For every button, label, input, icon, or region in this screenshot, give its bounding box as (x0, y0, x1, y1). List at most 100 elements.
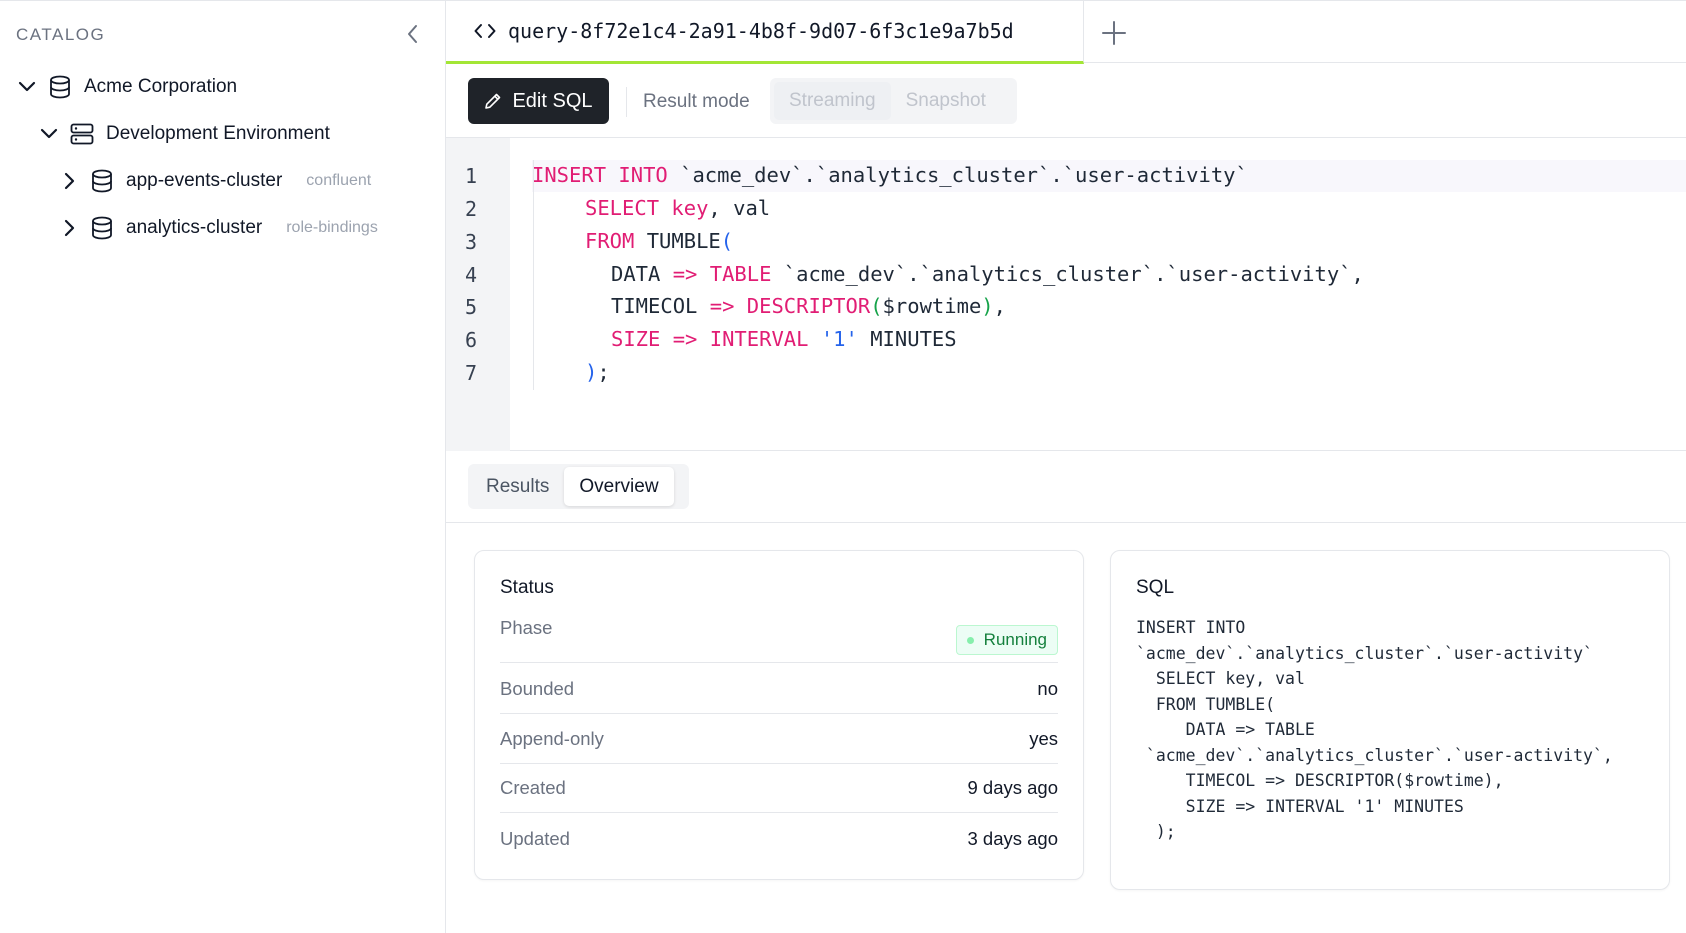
code-string: '1' (808, 327, 858, 351)
edit-sql-button[interactable]: Edit SQL (468, 78, 609, 124)
line-number: 2 (464, 197, 478, 221)
catalog-title: CATALOG (16, 25, 106, 44)
code-operator: => (660, 262, 698, 286)
line-number: 1 (464, 164, 478, 188)
code-identifier: TIMECOL (611, 294, 698, 318)
code-paren: ( (720, 229, 734, 253)
catalog-sidebar: CATALOG Acme Corporation Development Env… (0, 0, 446, 933)
edit-sql-label: Edit SQL (512, 89, 593, 112)
toolbar-divider (626, 87, 627, 117)
status-key: Created (500, 777, 566, 798)
tab-overview[interactable]: Overview (564, 467, 674, 506)
line-number: 6 (464, 328, 478, 352)
status-key: Updated (500, 827, 570, 849)
query-tab[interactable]: query-8f72e1c4-2a91-4b8f-9d07-6f3c1e9a7b… (446, 1, 1084, 64)
plus-icon (1102, 21, 1126, 45)
tree-item-label: Development Environment (106, 123, 330, 144)
code-keyword: FROM (585, 229, 635, 253)
sql-editor[interactable]: 1 2 3 4 5 6 7 INSERT INTO `acme_dev`.`an… (446, 138, 1686, 451)
tree-item-label: app-events-cluster (126, 170, 283, 191)
result-tabs: Results Overview (468, 464, 689, 509)
code-keyword: INTERVAL (697, 327, 809, 351)
status-key: Append-only (500, 728, 604, 749)
server-icon (68, 120, 96, 148)
result-mode-toggle: Streaming Snapshot (770, 78, 1017, 124)
status-row-created: Created 9 days ago (500, 764, 1058, 813)
mode-snapshot[interactable]: Snapshot (891, 82, 1001, 120)
line-number: 4 (464, 263, 478, 287)
code-identifier: $rowtime (882, 294, 982, 318)
code-keyword: DESCRIPTOR (734, 294, 871, 318)
database-icon (88, 214, 116, 242)
code-line-6: SIZE => INTERVAL '1' MINUTES (611, 327, 957, 351)
code-icon (474, 20, 496, 42)
mode-streaming[interactable]: Streaming (774, 82, 891, 120)
chevron-right-icon[interactable] (58, 170, 80, 192)
tree-item-app-events-cluster[interactable]: app-events-cluster confluent (58, 165, 371, 197)
tree-item-tag: role-bindings (286, 219, 378, 236)
sql-panel: SQL INSERT INTO `acme_dev`.`analytics_cl… (1110, 550, 1670, 890)
code-punct: ; (597, 360, 610, 384)
sql-title: SQL (1136, 577, 1175, 598)
status-value: no (1037, 678, 1058, 699)
tree-item-tag: confluent (306, 172, 372, 189)
code-keyword: SIZE (611, 327, 661, 351)
code-identifier: `acme_dev`.`analytics_cluster`.`user-act… (667, 163, 1248, 187)
code-paren: ) (981, 294, 994, 318)
chevron-down-icon[interactable] (38, 123, 60, 145)
code-identifier: MINUTES (857, 327, 957, 351)
status-value: 9 days ago (967, 777, 1058, 798)
code-line-3: FROM TUMBLE( (585, 229, 733, 253)
status-value: 3 days ago (967, 827, 1058, 849)
pencil-icon (485, 93, 501, 109)
status-key: Bounded (500, 678, 575, 699)
line-number: 3 (464, 230, 478, 254)
query-tab-label: query-8f72e1c4-2a91-4b8f-9d07-6f3c1e9a7b… (508, 19, 1014, 43)
query-tab-bar: query-8f72e1c4-2a91-4b8f-9d07-6f3c1e9a7b… (446, 0, 1686, 64)
code-function: TUMBLE (634, 229, 721, 253)
code-line-5: TIMECOL => DESCRIPTOR($rowtime), (611, 294, 1006, 318)
code-paren: ( (870, 294, 883, 318)
chevron-right-icon[interactable] (58, 217, 80, 239)
status-row-phase: Phase Running (500, 607, 1058, 663)
collapse-sidebar-button[interactable] (400, 21, 426, 47)
tab-results[interactable]: Results (471, 467, 564, 506)
add-tab-button[interactable] (1098, 17, 1130, 49)
database-icon (88, 167, 116, 195)
line-number: 5 (464, 295, 478, 319)
result-mode-label: Result mode (643, 91, 750, 112)
status-badge-label: Running (983, 630, 1047, 649)
database-icon (46, 73, 74, 101)
tree-item-analytics-cluster[interactable]: analytics-cluster role-bindings (58, 212, 378, 244)
code-keyword: SELECT key (585, 196, 709, 220)
line-number-gutter: 1 2 3 4 5 6 7 (446, 138, 510, 451)
code-identifier: `acme_dev`.`analytics_cluster`.`user-act… (771, 262, 1364, 286)
sql-text: INSERT INTO `acme_dev`.`analytics_cluste… (1136, 618, 1613, 841)
chevron-left-icon (408, 25, 417, 43)
code-line-4: DATA => TABLE `acme_dev`.`analytics_clus… (611, 262, 1364, 286)
line-number: 7 (464, 361, 478, 385)
status-row-append-only: Append-only yes (500, 715, 1058, 764)
code-operator: => (660, 327, 698, 351)
code-keyword: TABLE (697, 262, 772, 286)
code-keyword: INSERT INTO (532, 163, 668, 187)
tree-item-development-environment[interactable]: Development Environment (38, 118, 330, 150)
tree-item-label: Acme Corporation (84, 76, 238, 97)
tree-item-label: analytics-cluster (126, 217, 263, 238)
code-identifier: , val (708, 196, 771, 220)
status-value: yes (1029, 728, 1058, 749)
tree-item-acme-corporation[interactable]: Acme Corporation (16, 71, 237, 103)
status-row-updated: Updated 3 days ago (500, 814, 1058, 863)
editor-toolbar: Edit SQL Result mode Streaming Snapshot (446, 63, 1686, 138)
code-operator: => (697, 294, 735, 318)
status-dot-icon (966, 636, 974, 644)
code-line-1: INSERT INTO `acme_dev`.`analytics_cluste… (532, 163, 1248, 187)
status-title: Status (500, 577, 554, 598)
code-paren: ) (585, 360, 598, 384)
status-panel: Status Phase Running Bounded no Append-o… (474, 550, 1084, 880)
code-punct: , (993, 294, 1006, 318)
chevron-down-icon[interactable] (16, 76, 38, 98)
result-tabs-bar: Results Overview (446, 451, 1686, 523)
status-row-bounded: Bounded no (500, 665, 1058, 714)
status-key: Phase (500, 617, 553, 638)
